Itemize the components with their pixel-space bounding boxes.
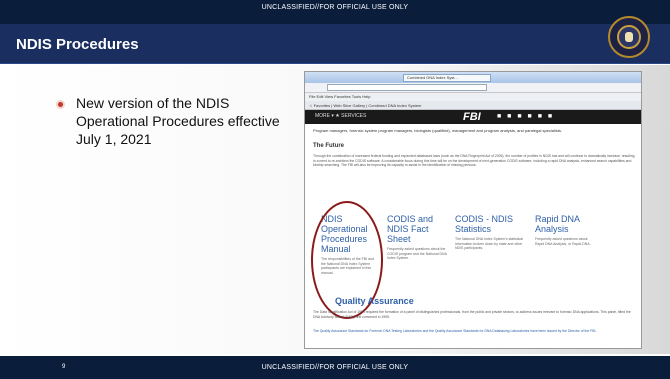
fbi-navbar: MORE ▾ ★ SERVICES FBI ■ ■ ■ ■ ■ ■: [305, 110, 641, 124]
classification-banner-bottom: 9 UNCLASSIFIED//FOR OFFICIAL USE ONLY: [0, 356, 670, 379]
qa-links-text: The Quality Assurance Standards for Fore…: [313, 329, 597, 333]
classification-label-top: UNCLASSIFIED//FOR OFFICIAL USE ONLY: [261, 4, 409, 11]
browser-favorites: ☆ Favorites | Web Slice Gallery | Combin…: [305, 101, 641, 110]
fbi-logo: FBI: [463, 111, 481, 123]
qa-text: The Data Identification Act of 1994 requ…: [313, 310, 631, 319]
embedded-screenshot: Combined DNA Index Syst... File Edit Vie…: [304, 71, 642, 349]
browser-menu: File Edit View Favorites Tools Help: [305, 93, 641, 101]
bullet-text: New version of the NDIS Operational Proc…: [76, 95, 280, 147]
future-heading: The Future: [313, 143, 344, 149]
link-rapid-dna: Rapid DNA Analysis Frequently asked ques…: [535, 214, 597, 246]
link-fact-sheet: CODIS and NDIS Fact Sheet Frequently ask…: [387, 214, 447, 261]
browser-address-bar: [305, 83, 641, 93]
qa-heading: Quality Assurance: [335, 296, 414, 306]
bullet-icon: [56, 100, 65, 109]
browser-tab: Combined DNA Index Syst...: [403, 74, 491, 82]
link-title: CODIS and NDIS Fact Sheet: [387, 214, 434, 244]
link-desc: Frequently asked questions about Rapid D…: [535, 237, 591, 246]
slide-title: NDIS Procedures: [16, 36, 139, 53]
link-title: Rapid DNA Analysis: [535, 214, 580, 234]
browser-titlebar: Combined DNA Index Syst...: [305, 72, 641, 83]
link-desc: Frequently asked questions about the COD…: [387, 247, 447, 260]
link-desc: The National DNA Index System's statisti…: [455, 237, 523, 250]
classification-label-bottom: UNCLASSIFIED//FOR OFFICIAL USE ONLY: [261, 364, 409, 371]
link-title: CODIS - NDIS Statistics: [455, 214, 514, 234]
intro-text: Program managers, forensic system progra…: [313, 128, 563, 133]
link-statistics: CODIS - NDIS Statistics The National DNA…: [455, 214, 527, 251]
classification-banner-top: UNCLASSIFIED//FOR OFFICIAL USE ONLY: [0, 0, 670, 24]
future-text: Through the combination of increased fed…: [313, 154, 635, 167]
slide-header: NDIS Procedures: [0, 24, 670, 64]
fbi-nav-menu: MORE ▾ ★ SERVICES: [315, 113, 367, 119]
webpage-content: Program managers, forensic system progra…: [305, 124, 641, 348]
fbi-seal-icon: [608, 16, 650, 58]
fbi-social-icons: ■ ■ ■ ■ ■ ■: [497, 113, 555, 120]
